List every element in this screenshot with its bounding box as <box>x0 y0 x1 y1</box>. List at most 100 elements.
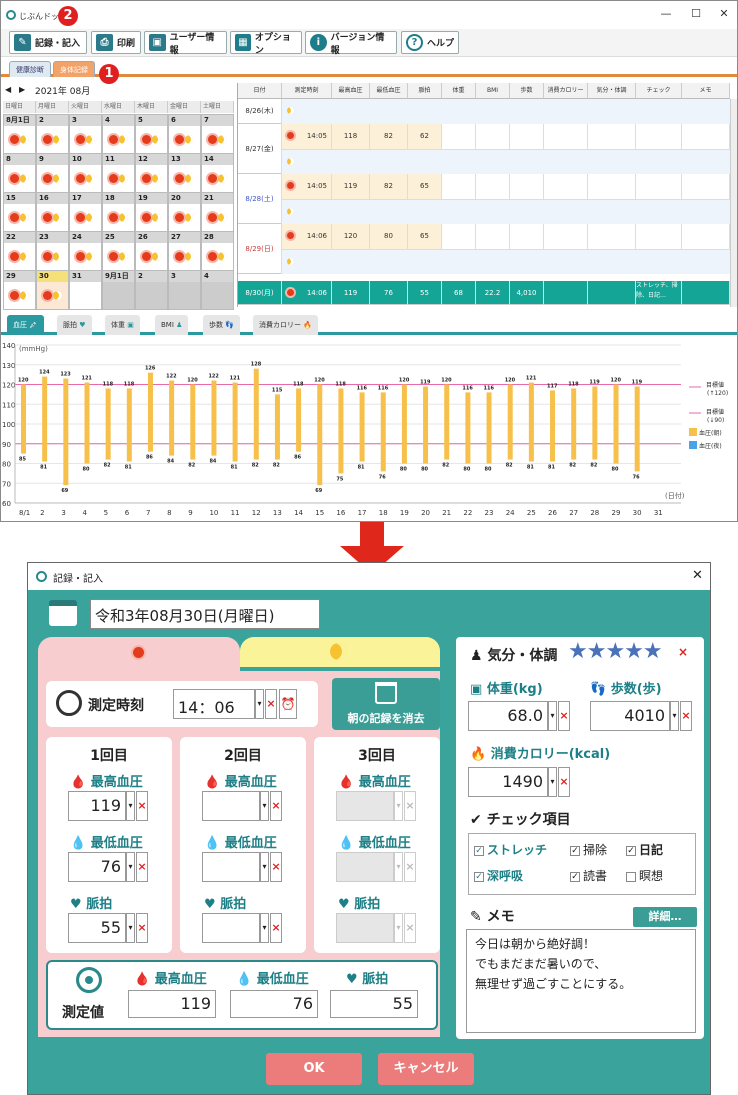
checkbox[interactable] <box>626 871 636 882</box>
column-header[interactable]: 日付 <box>238 83 282 99</box>
calendar-day[interactable]: 2 <box>135 270 168 310</box>
bp-bar[interactable] <box>444 384 450 460</box>
column-header[interactable]: BMI <box>476 83 510 99</box>
bp-bar[interactable] <box>169 380 175 456</box>
calendar-day[interactable]: 11 <box>102 153 135 193</box>
round-pulse-input[interactable] <box>336 913 394 943</box>
weight-spinner[interactable]: ▾ <box>548 701 557 731</box>
calendar-day[interactable]: 13 <box>168 153 201 193</box>
evening-row[interactable] <box>282 149 730 174</box>
round-sys-spinner[interactable]: ▾ <box>260 791 269 821</box>
checkbox[interactable]: ✓ <box>474 871 484 882</box>
bp-bar[interactable] <box>571 388 577 460</box>
bp-bar[interactable] <box>380 392 386 472</box>
calendar-day[interactable]: 21 <box>201 192 234 232</box>
calendar-day[interactable]: 10 <box>69 153 102 193</box>
column-header[interactable]: 脈拍 <box>408 83 442 99</box>
date-field[interactable]: 令和3年08月30日(月曜日) <box>90 599 320 629</box>
table-row[interactable]: 8/28(土) 14:05 119 82 65 <box>238 174 730 224</box>
check-item[interactable]: ✓ 読書 <box>570 867 607 884</box>
round-pulse-clear-button[interactable]: × <box>270 913 282 943</box>
tab-health-checkup[interactable]: 健康診断 <box>9 61 51 77</box>
bp-bar[interactable] <box>507 384 513 460</box>
version-info-button[interactable]: i バージョン情報 <box>305 31 397 56</box>
calendar-day[interactable]: 20 <box>168 192 201 232</box>
calendar-day[interactable]: 2 <box>36 114 69 154</box>
time-clear-button[interactable]: × <box>265 689 277 719</box>
check-item[interactable]: ✓ 深呼吸 <box>474 867 523 884</box>
column-header[interactable]: 最高血圧 <box>332 83 370 99</box>
round-sys-clear-button[interactable]: × <box>404 791 416 821</box>
checkbox[interactable]: ✓ <box>570 845 580 856</box>
bp-bar[interactable] <box>63 378 69 486</box>
calendar-day[interactable]: 17 <box>69 192 102 232</box>
ok-button[interactable]: OK <box>266 1053 362 1085</box>
bp-bar[interactable] <box>42 376 48 462</box>
calendar-day[interactable]: 16 <box>36 192 69 232</box>
bp-bar[interactable] <box>338 388 344 474</box>
evening-row[interactable] <box>282 199 730 224</box>
tab-body-record[interactable]: 身体記録 <box>53 61 95 77</box>
round-sys-spinner[interactable]: ▾ <box>126 791 135 821</box>
round-dia-input[interactable]: 76 <box>68 852 126 882</box>
tab-pulse[interactable]: 脈拍 ♥ <box>57 315 92 335</box>
calendar-day[interactable]: 19 <box>135 192 168 232</box>
bp-bar[interactable] <box>126 388 132 462</box>
bp-bar[interactable] <box>211 380 217 456</box>
maximize-button[interactable]: ☐ <box>685 7 707 21</box>
column-header[interactable]: 体重 <box>442 83 476 99</box>
calendar-day[interactable]: 30 <box>36 270 69 310</box>
round-pulse-spinner[interactable]: ▾ <box>126 913 135 943</box>
check-item[interactable]: ✓ ストレッチ <box>474 841 547 858</box>
tab-bmi[interactable]: BMI ♟ <box>155 315 189 335</box>
bp-bar[interactable] <box>359 392 365 462</box>
table-row[interactable]: 8/30(月) 14:06 119 76 55 68 22.2 4,010 ストレッチ、掃除、日… <box>238 281 730 305</box>
checkbox[interactable]: ✓ <box>570 871 580 882</box>
evening-row[interactable] <box>282 99 730 124</box>
round-pulse-clear-button[interactable]: × <box>136 913 148 943</box>
calendar-day[interactable]: 8 <box>3 153 36 193</box>
round-dia-clear-button[interactable]: × <box>404 852 416 882</box>
checkbox[interactable]: ✓ <box>626 845 636 856</box>
alarm-clock-icon[interactable]: ⏰ <box>279 689 297 719</box>
bp-bar[interactable] <box>613 384 619 464</box>
round-sys-spinner[interactable]: ▾ <box>394 791 403 821</box>
steps-clear-button[interactable]: × <box>680 701 692 731</box>
bp-bar[interactable] <box>550 390 556 462</box>
round-sys-input[interactable]: 119 <box>68 791 126 821</box>
bp-bar[interactable] <box>296 388 302 452</box>
bp-bar[interactable] <box>401 384 407 464</box>
calendar-day[interactable]: 4 <box>102 114 135 154</box>
next-month-button[interactable]: ▶ <box>19 85 25 94</box>
round-dia-spinner[interactable]: ▾ <box>394 852 403 882</box>
option-button[interactable]: ▦ オプション <box>230 31 302 56</box>
prev-month-button[interactable]: ◀ <box>5 85 11 94</box>
tab-morning[interactable] <box>38 637 240 673</box>
memo-detail-button[interactable]: 詳細… <box>633 907 697 927</box>
record-button[interactable]: ✎ 記録・記入 <box>9 31 87 54</box>
bp-bar[interactable] <box>423 386 429 464</box>
round-sys-input[interactable] <box>336 791 394 821</box>
time-spinner[interactable]: ▾ <box>255 689 264 719</box>
bp-bar[interactable] <box>486 392 492 464</box>
calendar-day[interactable]: 7 <box>201 114 234 154</box>
calendar-day[interactable]: 3 <box>69 114 102 154</box>
column-header[interactable]: チェック <box>636 83 682 99</box>
check-item[interactable]: ✓ 掃除 <box>570 841 607 858</box>
calendar-day[interactable]: 4 <box>201 270 234 310</box>
check-item[interactable]: ✓ 日記 <box>626 841 663 858</box>
memo-textarea[interactable]: 今日は朝から絶好調！ でもまだまだ暑いので、 無理せず過ごすことにする。 <box>466 929 696 1033</box>
tab-blood-pressure[interactable]: 血圧 💉 <box>7 315 44 335</box>
help-button[interactable]: ? ヘルプ <box>401 31 459 54</box>
calendar-day[interactable]: 9月1日 <box>102 270 135 310</box>
round-pulse-spinner[interactable]: ▾ <box>260 913 269 943</box>
calendar-day[interactable]: 6 <box>168 114 201 154</box>
calendar-day[interactable]: 25 <box>102 231 135 271</box>
minimize-button[interactable]: — <box>655 7 677 21</box>
bp-bar[interactable] <box>592 386 598 460</box>
close-button[interactable]: ✕ <box>713 7 735 21</box>
bp-bar[interactable] <box>274 394 280 460</box>
time-input[interactable]: 14：06 <box>173 689 255 719</box>
round-dia-input[interactable] <box>202 852 260 882</box>
calorie-clear-button[interactable]: × <box>558 767 570 797</box>
